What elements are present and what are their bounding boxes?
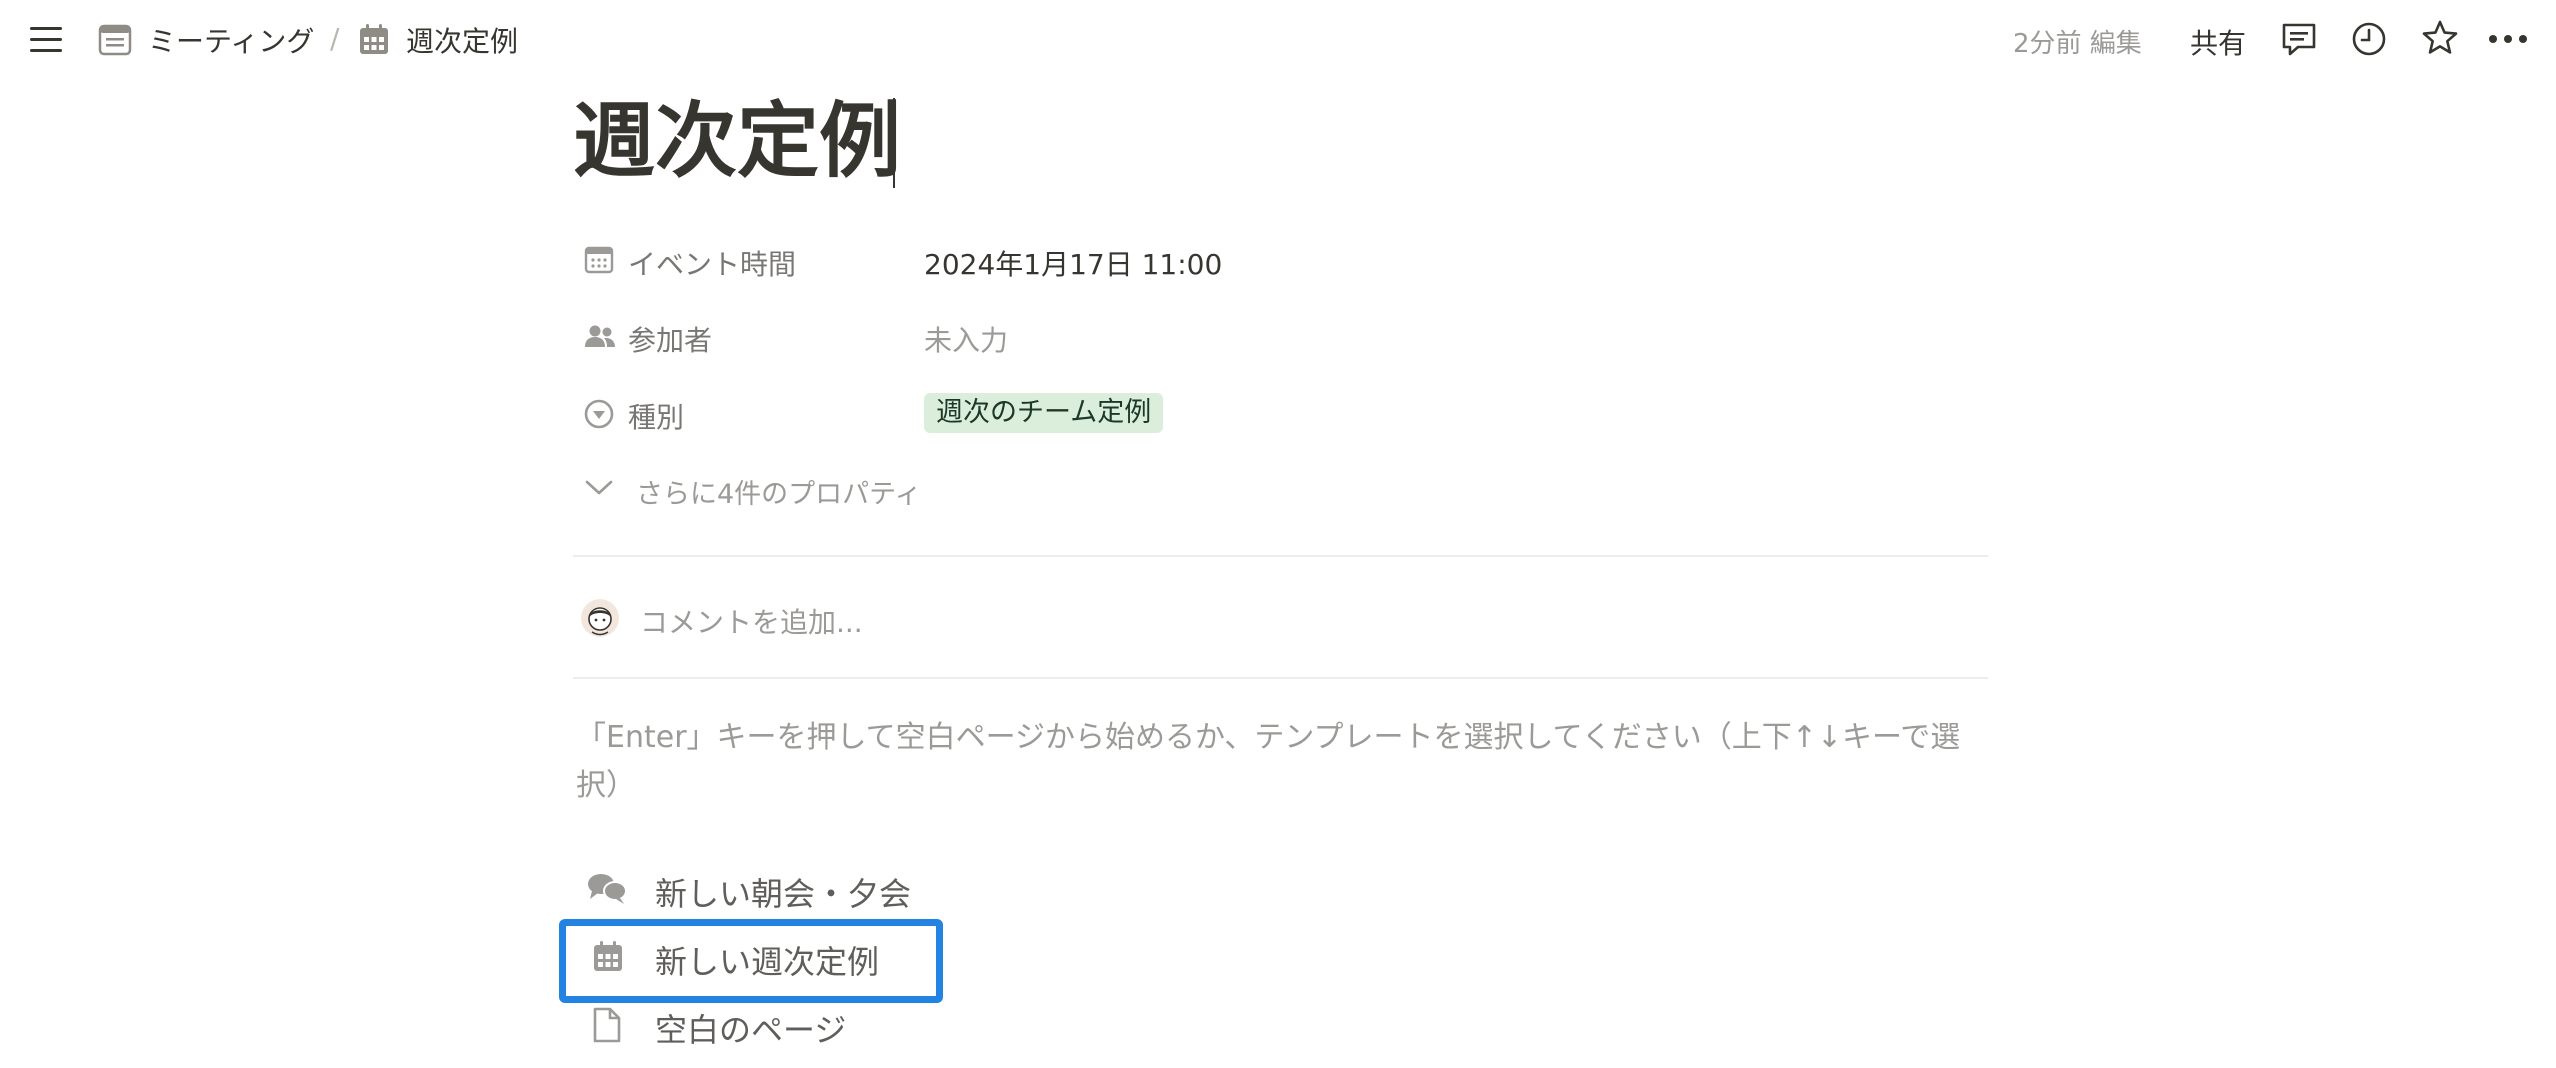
more-properties-toggle[interactable]: さらに4件のプロパティ (636, 472, 922, 511)
history-icon[interactable] (2350, 20, 2388, 58)
database-page-icon (98, 24, 132, 56)
template-hint: 「Enter」キーを押して空白ページから始めるか、テンプレートを選択してください… (576, 720, 1961, 803)
breadcrumb-label: ミーティング (148, 25, 315, 58)
breadcrumb-item-meetings[interactable]: ミーティング (98, 22, 314, 58)
divider (573, 555, 1988, 557)
document-icon (592, 1006, 622, 1044)
calendar-icon (592, 941, 624, 973)
property-value-participants[interactable]: 未入力 (924, 319, 1008, 359)
chat-bubbles-icon (586, 871, 628, 907)
comment-input[interactable]: コメントを追加... (640, 601, 863, 641)
property-label-event-time: イベント時間 (628, 248, 797, 281)
calendar-icon (584, 244, 614, 274)
divider (573, 677, 1988, 679)
favorite-star-icon[interactable] (2421, 19, 2459, 57)
property-tag-type[interactable]: 週次のチーム定例 (924, 393, 1164, 433)
last-edited-text: 2分前 編集 (2013, 29, 2142, 59)
breadcrumb-separator: / (330, 22, 340, 55)
property-value-event-time[interactable]: 2024年1月17日 11:00 (924, 243, 1222, 283)
property-label-type: 種別 (628, 401, 685, 434)
share-button[interactable]: 共有 (2190, 22, 2246, 62)
template-item-blank-page[interactable]: 空白のページ (655, 1005, 846, 1051)
more-options-icon[interactable] (2488, 30, 2528, 48)
template-item-morning-meeting[interactable]: 新しい朝会・夕会 (655, 869, 911, 915)
calendar-icon (358, 24, 390, 56)
menu-icon[interactable] (28, 24, 66, 56)
breadcrumb-label: 週次定例 (406, 25, 519, 58)
select-icon (583, 398, 615, 430)
page-title[interactable]: 週次定例 (573, 92, 901, 192)
template-item-weekly-meeting[interactable]: 新しい週次定例 (655, 937, 879, 983)
chevron-down-icon (584, 478, 614, 498)
people-icon (584, 324, 616, 350)
property-label-participants: 参加者 (628, 324, 713, 357)
comments-icon[interactable] (2280, 20, 2318, 58)
text-caret (893, 98, 895, 188)
avatar (580, 598, 620, 638)
breadcrumb-item-weekly[interactable]: 週次定例 (358, 22, 518, 58)
top-bar: ミーティング / 週次定例 2分前 編集 共有 (0, 0, 2556, 80)
